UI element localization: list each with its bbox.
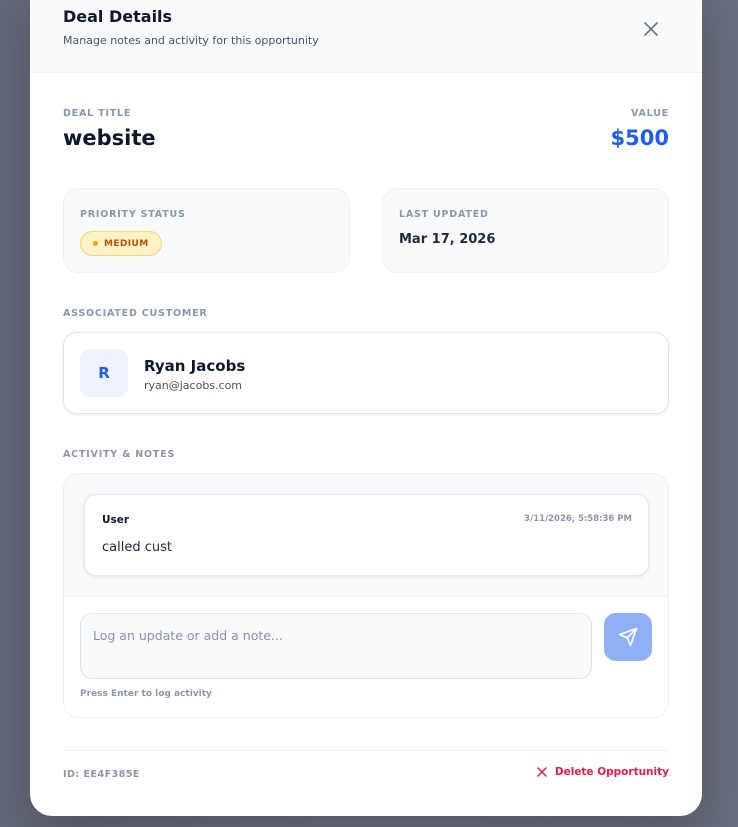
note-text: called cust [102, 540, 172, 555]
list-item: User 3/11/2026, 5:58:36 PM called cust [84, 494, 649, 576]
modal-title: Deal Details [63, 7, 173, 26]
customer-card[interactable]: R Ryan Jacobs ryan@jacobs.com [63, 332, 669, 414]
priority-status-label: PRIORITY STATUS [80, 209, 186, 220]
priority-status-card: PRIORITY STATUS MEDIUM [63, 188, 350, 273]
activity-box: User 3/11/2026, 5:58:36 PM called cust P… [63, 473, 669, 718]
deal-title-label: DEAL TITLE [63, 108, 132, 119]
customer-email: ryan@jacobs.com [144, 379, 243, 392]
last-updated-label: LAST UPDATED [399, 209, 489, 220]
modal-header: Deal Details Manage notes and activity f… [30, 0, 702, 73]
deal-value: $500 [610, 126, 669, 150]
send-icon [618, 627, 638, 647]
modal-subtitle: Manage notes and activity for this oppor… [63, 34, 319, 47]
x-icon [537, 767, 547, 777]
priority-badge: MEDIUM [80, 231, 162, 256]
deal-id: ID: EE4F385E [63, 769, 140, 780]
customer-name: Ryan Jacobs [144, 357, 246, 375]
priority-badge-text: MEDIUM [104, 238, 149, 249]
close-button[interactable] [636, 14, 666, 44]
send-button[interactable] [604, 613, 652, 661]
associated-customer-label: ASSOCIATED CUSTOMER [63, 308, 208, 319]
input-hint: Press Enter to log activity [80, 689, 212, 699]
activity-notes-label: ACTIVITY & NOTES [63, 449, 176, 460]
note-timestamp: 3/11/2026, 5:58:36 PM [524, 514, 632, 524]
footer-divider [63, 750, 669, 751]
deal-value-label: VALUE [631, 108, 669, 119]
last-updated-card: LAST UPDATED Mar 17, 2026 [382, 188, 669, 273]
note-author: User [102, 514, 130, 526]
avatar: R [80, 349, 128, 397]
delete-opportunity-label: Delete Opportunity [554, 766, 669, 778]
close-icon [644, 22, 658, 36]
priority-dot-icon [93, 241, 98, 246]
note-input-area: Press Enter to log activity [64, 596, 668, 717]
deal-details-modal: Deal Details Manage notes and activity f… [30, 0, 702, 816]
deal-title: website [63, 126, 156, 150]
note-input[interactable] [80, 613, 592, 679]
last-updated-date: Mar 17, 2026 [399, 232, 496, 247]
delete-opportunity-button[interactable]: Delete Opportunity [537, 766, 669, 778]
